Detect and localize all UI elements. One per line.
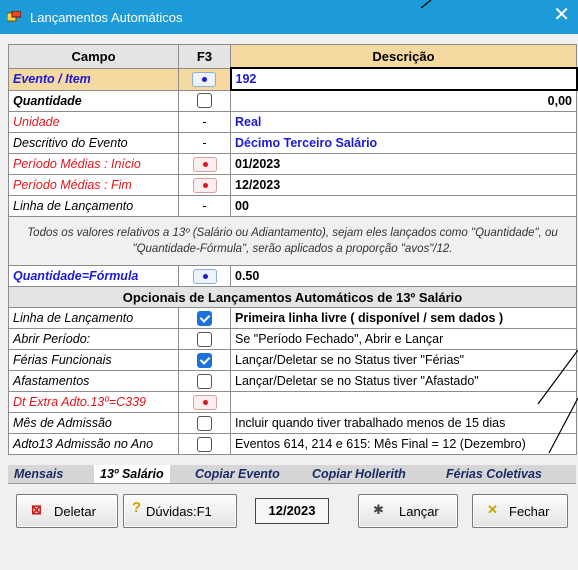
row-quantidade-formula: Quantidade=Fórmula 0.50 [8, 265, 577, 287]
linha-lancamento-value: 00 [230, 195, 577, 217]
header-f3: F3 [178, 44, 231, 69]
close-x-icon: ✕ [487, 502, 498, 517]
option-row: Afastamentos Lançar/Deletar se no Status… [8, 370, 577, 392]
row-linha-lancamento: Linha de Lançamento - 00 [8, 195, 577, 217]
label-descritivo: Descritivo do Evento [8, 132, 179, 154]
tab-mensais[interactable]: Mensais [14, 465, 63, 483]
option-value: Primeira linha livre ( disponível / sem … [230, 307, 577, 329]
row-periodo-fim: Período Médias : Fim 12/2023 [8, 174, 577, 196]
delete-icon: ⊠ [31, 502, 42, 517]
label-periodo-inicio: Período Médias : Início [8, 153, 179, 175]
checkbox-icon[interactable] [197, 331, 212, 347]
tab-ferias-coletivas[interactable]: Férias Coletivas [446, 465, 542, 483]
window-title: Lançamentos Automáticos [30, 10, 183, 25]
tab-copiar-evento[interactable]: Copiar Evento [195, 465, 280, 483]
button-bar: ⊠ Deletar ? Dúvidas:F1 12/2023 ✱ Lançar … [0, 484, 578, 536]
row-evento-item[interactable]: Evento / Item 192 [8, 67, 578, 91]
quantidade-formula-input[interactable]: 0.50 [230, 265, 577, 287]
deletar-label: Deletar [54, 504, 96, 519]
section-title: Opcionais de Lançamentos Automáticos de … [8, 286, 577, 308]
row-unidade: Unidade - Real [8, 111, 577, 133]
table-header: Campo F3 Descrição [8, 44, 577, 69]
close-icon[interactable]: ✕ [553, 5, 570, 25]
header-descricao: Descrição [230, 44, 577, 69]
option-label: Dt Extra Adto.13º=C339 [8, 391, 179, 413]
unidade-value: Real [230, 111, 577, 133]
lookup-button-icon[interactable] [192, 177, 217, 193]
checkbox-checked-icon[interactable] [197, 310, 212, 326]
app-icon [7, 11, 21, 22]
deletar-button[interactable]: ⊠ Deletar [16, 494, 118, 528]
label-linha-lancamento: Linha de Lançamento [8, 195, 179, 217]
option-row: Adto13 Admissão no Ano Eventos 614, 214 … [8, 433, 577, 455]
row-descritivo: Descritivo do Evento - Décimo Terceiro S… [8, 132, 577, 154]
lancar-label: Lançar [399, 504, 439, 519]
option-label: Afastamentos [8, 370, 179, 392]
header-campo: Campo [8, 44, 179, 69]
option-value: Lançar/Deletar se no Status tiver "Afast… [230, 370, 577, 392]
lookup-button-icon[interactable] [192, 156, 217, 172]
option-value: Incluir quando tiver trabalhado menos de… [230, 412, 577, 434]
option-row: Férias Funcionais Lançar/Deletar se no S… [8, 349, 577, 371]
option-row: Linha de Lançamento Primeira linha livre… [8, 307, 577, 329]
evento-item-input[interactable]: 192 [229, 67, 578, 91]
lancar-icon: ✱ [373, 502, 384, 517]
row-periodo-inicio: Período Médias : Início 01/2023 [8, 153, 577, 175]
fechar-button[interactable]: ✕ Fechar [472, 494, 568, 528]
option-row: Abrir Período: Se "Período Fechado", Abr… [8, 328, 577, 350]
option-value: Lançar/Deletar se no Status tiver "Féria… [230, 349, 577, 371]
checkbox-icon[interactable] [197, 373, 212, 389]
label-quantidade-formula: Quantidade=Fórmula [8, 265, 179, 287]
label-unidade: Unidade [8, 111, 179, 133]
label-periodo-fim: Período Médias : Fim [8, 174, 179, 196]
f3-dash: - [178, 132, 231, 154]
tab-copiar-hollerith[interactable]: Copiar Hollerith [312, 465, 406, 483]
option-value: Se "Período Fechado", Abrir e Lançar [230, 328, 577, 350]
title-bar: Lançamentos Automáticos ✕ [0, 0, 578, 34]
option-value: Eventos 614, 214 e 615: Mês Final = 12 (… [230, 433, 577, 455]
fields-table: Campo F3 Descrição Evento / Item 192 Qua… [8, 44, 578, 455]
checkbox-icon[interactable] [197, 93, 212, 109]
tab-strip: Mensais 13º Salário Copiar Evento Copiar… [8, 465, 576, 484]
label-evento-item: Evento / Item [8, 67, 179, 91]
section-header: Opcionais de Lançamentos Automáticos de … [8, 286, 577, 308]
quantidade-input[interactable]: 0,00 [230, 89, 577, 112]
option-label: Férias Funcionais [8, 349, 179, 371]
option-value[interactable] [230, 391, 577, 413]
duvidas-button[interactable]: ? Dúvidas:F1 [123, 494, 237, 528]
periodo-inicio-input[interactable]: 01/2023 [230, 153, 577, 175]
lookup-button-icon[interactable] [192, 268, 217, 284]
lookup-button-icon[interactable] [192, 394, 217, 410]
label-quantidade: Quantidade [8, 89, 179, 112]
tab-13-salario[interactable]: 13º Salário [94, 465, 170, 483]
checkbox-icon[interactable] [197, 415, 212, 431]
periodo-fim-input[interactable]: 12/2023 [230, 174, 577, 196]
lookup-button-icon[interactable] [192, 71, 217, 87]
descritivo-value: Décimo Terceiro Salário [230, 132, 577, 154]
checkbox-icon[interactable] [197, 436, 212, 452]
option-label: Linha de Lançamento [8, 307, 179, 329]
duvidas-label: Dúvidas:F1 [146, 504, 212, 519]
option-label: Mês de Admissão [8, 412, 179, 434]
lancar-button[interactable]: ✱ Lançar [358, 494, 458, 528]
question-icon: ? [132, 499, 142, 516]
f3-dash: - [178, 195, 231, 217]
f3-dash: - [178, 111, 231, 133]
option-label: Adto13 Admissão no Ano [8, 433, 179, 455]
fechar-label: Fechar [509, 504, 550, 519]
row-quantidade: Quantidade 0,00 [8, 89, 577, 112]
info-note-row: Todos os valores relativos a 13º (Salári… [8, 216, 577, 266]
option-label: Abrir Período: [8, 328, 179, 350]
info-note: Todos os valores relativos a 13º (Salári… [8, 216, 577, 266]
option-row: Mês de Admissão Incluir quando tiver tra… [8, 412, 577, 434]
checkbox-checked-icon[interactable] [197, 352, 212, 368]
option-row: Dt Extra Adto.13º=C339 [8, 391, 577, 413]
period-date: 12/2023 [255, 498, 329, 524]
